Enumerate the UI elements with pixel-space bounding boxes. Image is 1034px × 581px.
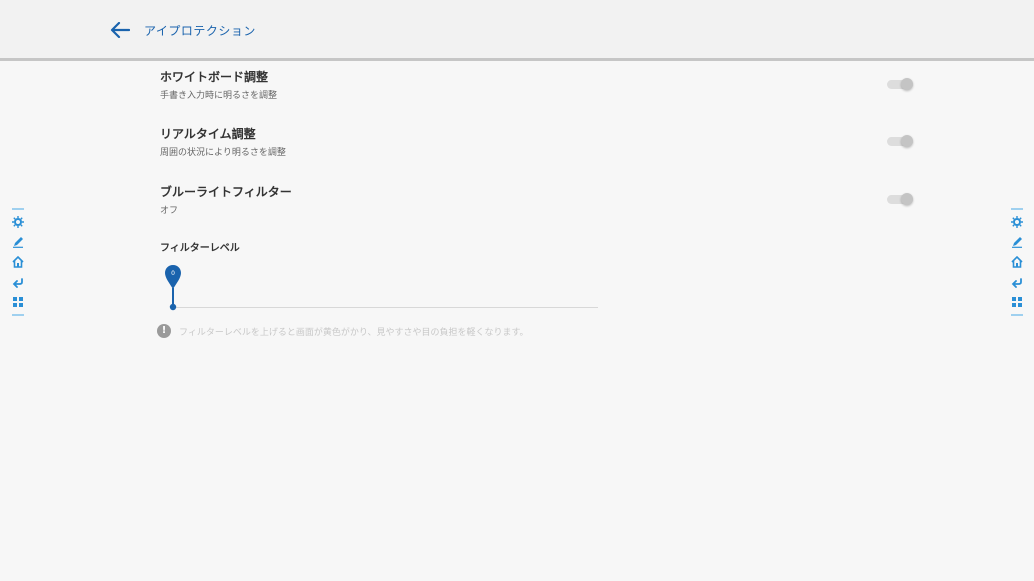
page-title: アイプロテクション — [144, 24, 256, 38]
setting-title: ブルーライトフィルター — [160, 185, 292, 199]
app-header: アイプロテクション — [0, 0, 1034, 61]
toggle-knob — [901, 193, 913, 205]
slider-thumb[interactable]: 0 — [164, 264, 182, 312]
slider-value: 0 — [171, 270, 175, 277]
arrow-left-icon — [110, 22, 130, 38]
return-icon[interactable] — [11, 275, 25, 289]
toggle-knob — [901, 78, 913, 90]
blue-light-filter-toggle[interactable] — [887, 193, 913, 205]
info-icon: ! — [157, 324, 171, 338]
toolbar-divider — [1011, 208, 1023, 210]
toolbar-divider — [12, 314, 24, 316]
home-icon[interactable] — [11, 255, 25, 269]
return-icon[interactable] — [1010, 275, 1024, 289]
filter-level-label: フィルターレベル — [160, 243, 240, 254]
pen-icon[interactable] — [1010, 235, 1024, 249]
whiteboard-adjust-toggle[interactable] — [887, 78, 913, 90]
toolbar-divider — [12, 208, 24, 210]
setting-subtitle: 手書き入力時に明るさを調整 — [160, 91, 278, 101]
right-floating-toolbar — [1010, 206, 1024, 336]
realtime-adjust-toggle[interactable] — [887, 135, 913, 147]
setting-realtime-adjust[interactable]: リアルタイム調整 周囲の状況により明るさを調整 — [160, 125, 920, 171]
apps-icon[interactable] — [1010, 295, 1024, 309]
filter-level-slider[interactable]: 0 — [164, 264, 600, 314]
setting-blue-light-filter[interactable]: ブルーライトフィルター オフ — [160, 183, 920, 229]
home-icon[interactable] — [1010, 255, 1024, 269]
setting-title: リアルタイム調整 — [160, 127, 256, 141]
setting-subtitle: オフ — [160, 206, 179, 216]
setting-whiteboard-adjust[interactable]: ホワイトボード調整 手書き入力時に明るさを調整 — [160, 68, 920, 114]
filter-note: ! フィルターレベルを上げると画面が黄色がかり、見やすさや目の負担を軽くなります… — [157, 324, 757, 340]
setting-title: ホワイトボード調整 — [160, 70, 269, 84]
setting-subtitle: 周囲の状況により明るさを調整 — [160, 148, 286, 158]
pen-icon[interactable] — [11, 235, 25, 249]
settings-icon[interactable] — [1010, 215, 1024, 229]
apps-icon[interactable] — [11, 295, 25, 309]
left-floating-toolbar — [11, 206, 25, 336]
slider-track — [172, 307, 598, 308]
back-button[interactable] — [104, 16, 136, 44]
note-text: フィルターレベルを上げると画面が黄色がかり、見やすさや目の負担を軽くなります。 — [179, 328, 529, 338]
toolbar-divider — [1011, 314, 1023, 316]
toggle-knob — [901, 135, 913, 147]
settings-icon[interactable] — [11, 215, 25, 229]
